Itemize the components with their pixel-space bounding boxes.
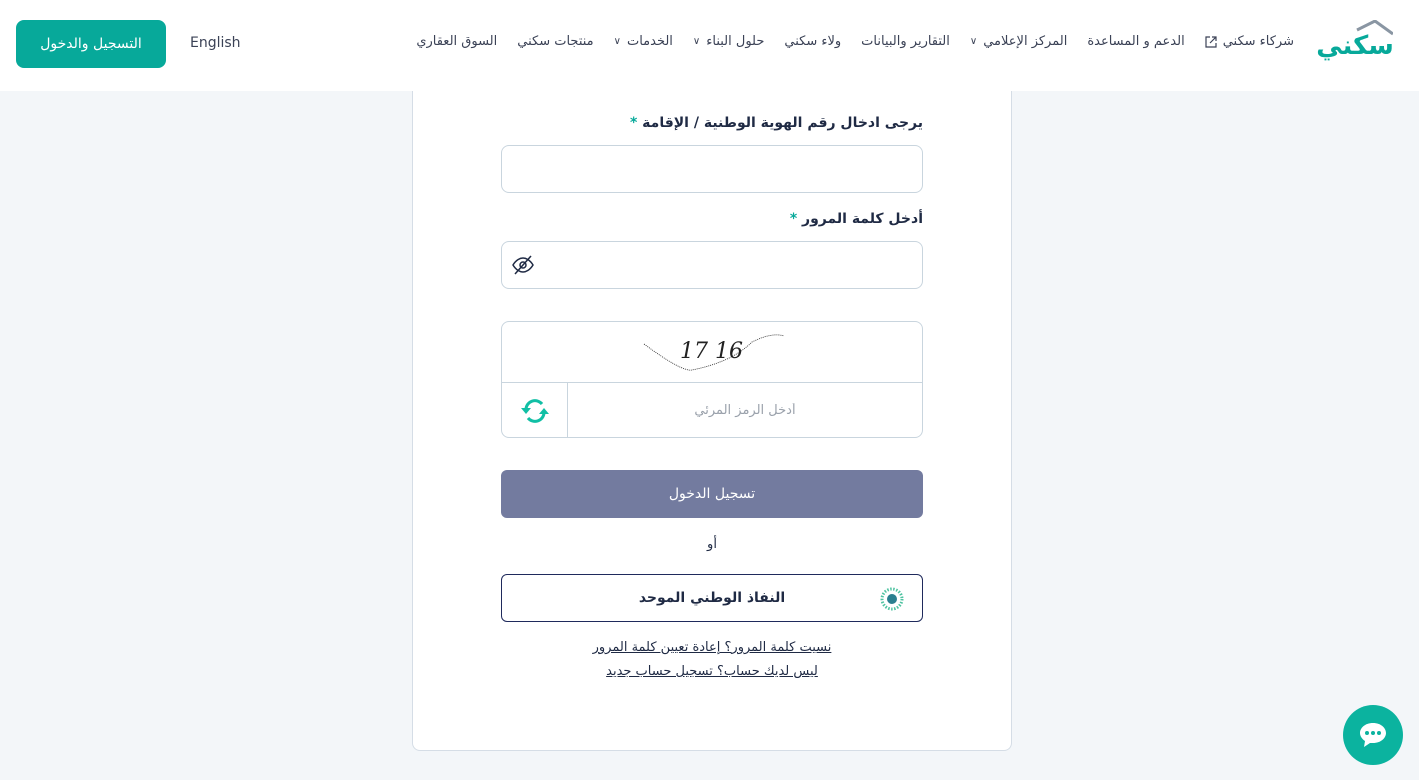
- captcha-input[interactable]: [568, 383, 922, 437]
- register-login-button[interactable]: التسجيل والدخول: [16, 20, 166, 68]
- register-new-account-link[interactable]: ليس لديك حساب؟ تسجيل حساب جديد: [413, 664, 1011, 679]
- language-switch[interactable]: English: [190, 35, 241, 51]
- nav-media-center[interactable]: المركز الإعلامي ∨: [970, 34, 1067, 49]
- eye-slash-icon[interactable]: [512, 254, 534, 276]
- captcha-text: 17 16: [680, 339, 743, 364]
- login-card: يرجى ادخال رقم الهوية الوطنية / الإقامة …: [412, 91, 1012, 751]
- svg-text:سكني: سكني: [1317, 31, 1393, 61]
- refresh-icon: [520, 398, 549, 423]
- chevron-down-icon: ∨: [969, 36, 978, 47]
- external-link-icon: [1205, 35, 1217, 48]
- nav-sakani-loyalty[interactable]: ولاء سكني: [784, 34, 841, 49]
- nav-real-estate-market[interactable]: السوق العقاري: [416, 34, 497, 49]
- chat-button[interactable]: [1343, 705, 1403, 765]
- chat-bubble-icon: [1360, 723, 1386, 747]
- sakani-logo[interactable]: سكني: [1317, 20, 1393, 64]
- password-field[interactable]: [501, 241, 923, 289]
- captcha-image: 17 16: [502, 322, 922, 383]
- refresh-captcha-button[interactable]: [502, 383, 568, 438]
- nafath-logo-icon: [880, 587, 904, 611]
- captcha-box: 17 16: [501, 321, 923, 438]
- nafath-login-button[interactable]: النفاذ الوطني الموحد: [501, 574, 923, 622]
- nav-partners[interactable]: شركاء سكني: [1205, 34, 1294, 49]
- nav-building-solutions[interactable]: حلول البناء ∨: [693, 34, 764, 49]
- chevron-down-icon: ∨: [692, 36, 701, 47]
- chevron-down-icon: ∨: [613, 36, 621, 47]
- main-nav: السوق العقاري منتجات سكني الخدمات ∨ حلول …: [416, 34, 1294, 49]
- id-label: يرجى ادخال رقم الهوية الوطنية / الإقامة …: [629, 115, 923, 131]
- or-divider: أو: [707, 537, 717, 552]
- password-label: أدخل كلمة المرور *: [789, 211, 923, 227]
- nav-support[interactable]: الدعم و المساعدة: [1087, 34, 1184, 49]
- nav-sakani-products[interactable]: منتجات سكني: [517, 34, 593, 49]
- nav-reports-data[interactable]: التقارير والبيانات: [861, 34, 950, 49]
- top-header: سكني السوق العقاري منتجات سكني الخدمات ∨ …: [0, 0, 1419, 91]
- login-button[interactable]: تسجيل الدخول: [501, 470, 923, 518]
- nav-services[interactable]: الخدمات ∨: [614, 34, 673, 49]
- forgot-password-link[interactable]: نسيت كلمة المرور؟ إعادة تعيين كلمة المرو…: [413, 640, 1011, 655]
- id-input[interactable]: [501, 145, 923, 193]
